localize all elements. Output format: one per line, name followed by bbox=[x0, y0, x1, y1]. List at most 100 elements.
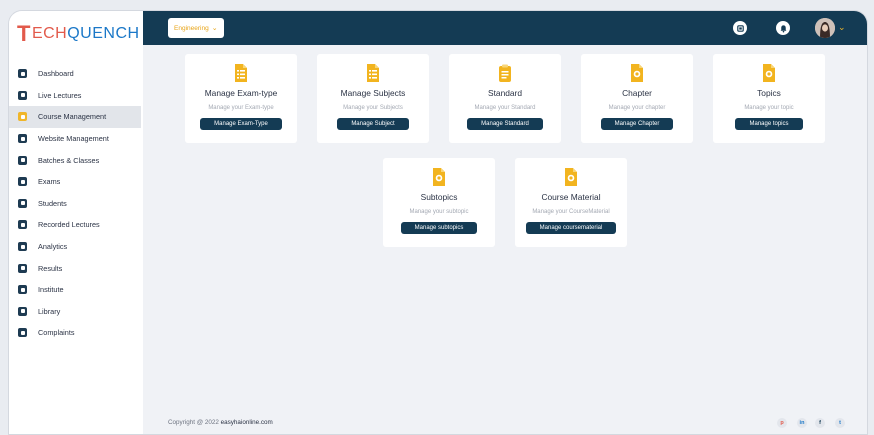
batches-and-classes-icon bbox=[18, 155, 27, 165]
sidebar-item-recorded-lectures[interactable]: Recorded Lectures bbox=[9, 214, 141, 236]
sidebar-item-library[interactable]: Library bbox=[9, 301, 141, 323]
calendar-icon[interactable] bbox=[733, 21, 747, 35]
sidebar-item-label: Website Management bbox=[38, 134, 109, 144]
list-document-icon bbox=[232, 63, 250, 83]
manage-topics-button[interactable]: Manage topics bbox=[735, 118, 803, 130]
sidebar-item-website-management[interactable]: Website Management bbox=[9, 128, 141, 150]
sidebar-item-results[interactable]: Results bbox=[9, 257, 141, 279]
sidebar: T ECH QUENCH Dashboard Live Lectures Cours… bbox=[9, 11, 143, 434]
manage-chapter-button[interactable]: Manage Chapter bbox=[600, 118, 674, 130]
live-lectures-icon bbox=[18, 90, 27, 100]
document-badge-icon bbox=[430, 167, 448, 187]
manage-subject-button[interactable]: Manage Subject bbox=[337, 118, 409, 130]
card-title: Subtopics bbox=[420, 192, 458, 202]
document-badge-icon bbox=[562, 167, 580, 187]
document-badge-icon bbox=[628, 63, 646, 83]
top-bar: Engineering ⌄ ⌄ bbox=[143, 11, 867, 45]
card-title: Course Material bbox=[541, 192, 601, 202]
results-icon bbox=[18, 263, 27, 273]
avatar[interactable] bbox=[815, 18, 835, 38]
facebook-icon[interactable]: f bbox=[815, 418, 825, 428]
card-title: Standard bbox=[488, 88, 522, 98]
sidebar-item-dashboard[interactable]: Dashboard bbox=[9, 63, 141, 85]
card-subtitle: Manage your topic bbox=[744, 105, 794, 111]
sidebar-item-label: Analytics bbox=[38, 242, 68, 252]
department-select[interactable]: Engineering ⌄ bbox=[168, 18, 224, 38]
sidebar-item-label: Complaints bbox=[38, 328, 75, 338]
card-subtitle: Manage your Exam-type bbox=[208, 105, 274, 111]
manage-subtopics-button[interactable]: Manage subtopics bbox=[400, 222, 478, 234]
card-manage-subjects: Manage Subjects Manage your Subjects Manag… bbox=[317, 54, 429, 143]
linkedin-icon[interactable]: in bbox=[797, 418, 807, 428]
list-document-icon bbox=[364, 63, 382, 83]
card-title: Manage Exam-type bbox=[204, 88, 278, 98]
sidebar-item-label: Live Lectures bbox=[38, 90, 82, 100]
document-badge-icon bbox=[760, 63, 778, 83]
pinterest-letter: p bbox=[780, 420, 784, 426]
card-standard: Standard Manage your Standard Manage Stand… bbox=[449, 54, 561, 143]
linkedin-letter: in bbox=[799, 420, 805, 426]
logo-letter: T bbox=[17, 21, 31, 46]
sidebar-item-analytics[interactable]: Analytics bbox=[9, 236, 141, 258]
card-subtopics: Subtopics Manage your subtopic Manage subt… bbox=[383, 158, 495, 247]
sidebar-item-complaints[interactable]: Complaints bbox=[9, 322, 141, 344]
bell-icon[interactable] bbox=[776, 21, 790, 35]
card-subtitle: Manage your Subjects bbox=[343, 105, 403, 111]
card-title: Topics bbox=[757, 88, 781, 98]
footer-copyright: Copyright @ 2022 easyhaionline.com bbox=[168, 419, 273, 426]
sidebar-item-label: Batches & Classes bbox=[38, 155, 100, 165]
exams-icon bbox=[18, 177, 27, 187]
students-icon bbox=[18, 198, 27, 208]
sidebar-item-label: Students bbox=[38, 198, 67, 208]
app-window: T ECH QUENCH Dashboard Live Lectures Cours… bbox=[8, 10, 868, 435]
website-management-icon bbox=[18, 134, 27, 144]
card-chapter: Chapter Manage your chapter Manage Chapter bbox=[581, 54, 693, 143]
card-title: Chapter bbox=[622, 88, 652, 98]
card-topics: Topics Manage your topic Manage topics bbox=[713, 54, 825, 143]
card-subtitle: Manage your subtopic bbox=[409, 209, 469, 215]
card-subtitle: Manage your Standard bbox=[474, 105, 536, 111]
chevron-down-icon: ⌄ bbox=[211, 25, 218, 32]
pinterest-icon[interactable]: p bbox=[777, 418, 787, 428]
recorded-lectures-icon bbox=[18, 220, 27, 230]
copyright-text: Copyright @ 2022 bbox=[168, 419, 219, 426]
sidebar-item-label: Institute bbox=[38, 285, 64, 295]
logo-part-2: QUENCH bbox=[67, 25, 140, 42]
sidebar-item-label: Results bbox=[38, 263, 63, 273]
card-subtitle: Manage your chapter bbox=[608, 105, 666, 111]
manage-standard-button[interactable]: Manage Standard bbox=[467, 118, 543, 130]
dashboard-icon bbox=[18, 69, 27, 79]
complaints-icon bbox=[18, 328, 27, 338]
card-manage-exam-type: Manage Exam-type Manage your Exam-type Man… bbox=[185, 54, 297, 143]
sidebar-item-batches-and-classes[interactable]: Batches & Classes bbox=[9, 149, 141, 171]
department-select-value: Engineering bbox=[174, 24, 209, 32]
sidebar-item-course-management[interactable]: Course Management bbox=[9, 106, 141, 128]
sidebar-item-exams[interactable]: Exams bbox=[9, 171, 141, 193]
brand-logo[interactable]: T ECH QUENCH bbox=[17, 21, 140, 47]
sidebar-nav: Dashboard Live Lectures Course Management W… bbox=[9, 63, 141, 344]
sidebar-item-label: Recorded Lectures bbox=[38, 220, 100, 230]
card-title: Manage Subjects bbox=[340, 88, 406, 98]
sidebar-item-label: Dashboard bbox=[38, 69, 74, 79]
manage-coursematerial-button[interactable]: Manage coursematerial bbox=[525, 222, 617, 234]
logo-part-1: ECH bbox=[31, 25, 68, 42]
chevron-down-icon[interactable]: ⌄ bbox=[838, 22, 846, 33]
course-management-icon bbox=[18, 112, 27, 122]
analytics-icon bbox=[18, 242, 27, 252]
facebook-letter: f bbox=[819, 420, 821, 426]
sidebar-item-label: Library bbox=[38, 306, 61, 316]
sidebar-item-institute[interactable]: Institute bbox=[9, 279, 141, 301]
card-course-material: Course Material Manage your CourseMateria… bbox=[515, 158, 627, 247]
card-subtitle: Manage your CourseMaterial bbox=[532, 209, 610, 215]
library-icon bbox=[18, 306, 27, 316]
twitter-icon[interactable]: t bbox=[835, 418, 845, 428]
manage-exam-type-button[interactable]: Manage Exam-Type bbox=[200, 118, 282, 130]
copyright-site: easyhaionline.com bbox=[220, 419, 273, 426]
clipboard-icon bbox=[496, 63, 514, 83]
sidebar-item-label: Course Management bbox=[38, 112, 107, 122]
sidebar-item-label: Exams bbox=[38, 177, 61, 187]
twitter-letter: t bbox=[839, 420, 841, 426]
sidebar-item-live-lectures[interactable]: Live Lectures bbox=[9, 85, 141, 107]
sidebar-item-students[interactable]: Students bbox=[9, 193, 141, 215]
institute-icon bbox=[18, 285, 27, 295]
